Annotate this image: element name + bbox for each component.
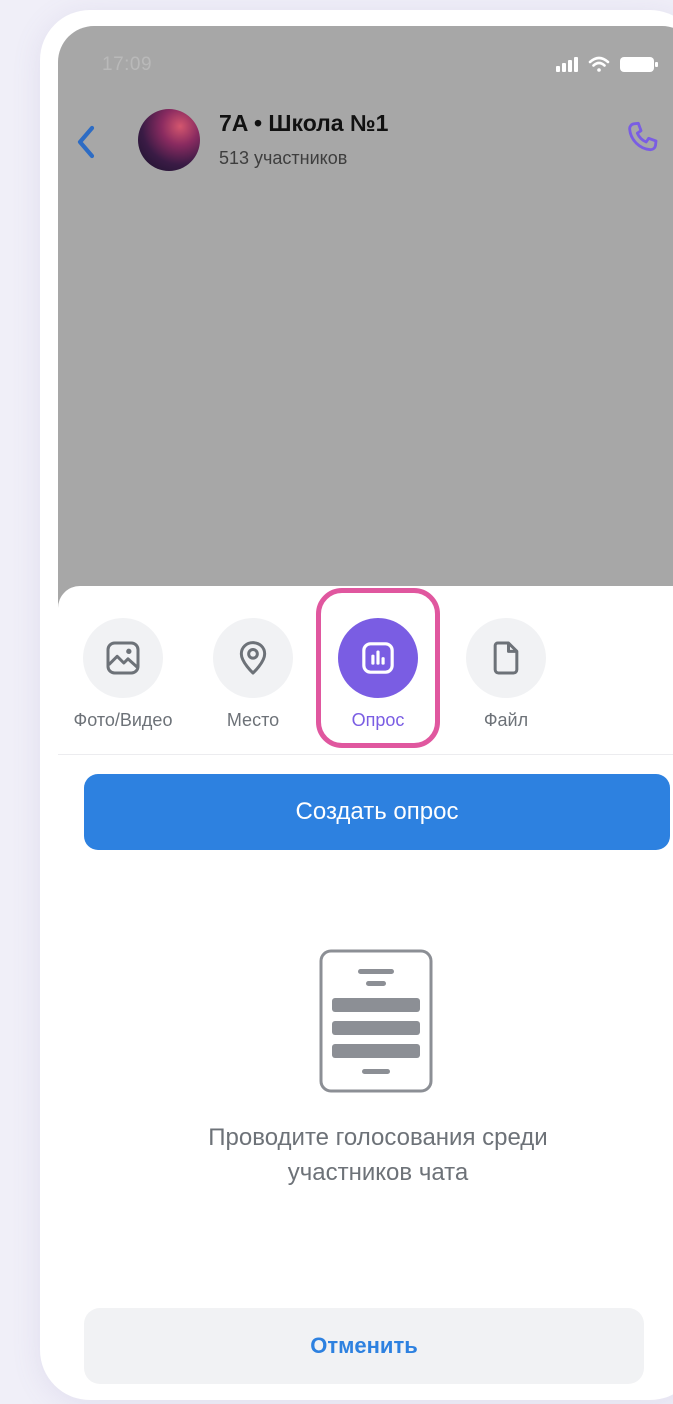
- attach-option-label: Файл: [483, 710, 529, 730]
- status-icons: [554, 52, 673, 81]
- attach-sheet: Фото/Видео Место Опрос Файл Создать опро…: [58, 586, 673, 1388]
- battery-icon: [620, 57, 658, 72]
- create-poll-button[interactable]: Создать опрос: [84, 774, 670, 850]
- call-button[interactable]: [623, 118, 663, 158]
- status-time: 17:09: [102, 54, 153, 75]
- attach-options-row: Фото/Видео Место Опрос Файл: [58, 586, 673, 755]
- poll-document-icon: [319, 949, 433, 1093]
- image-icon: [106, 641, 140, 675]
- empty-state-line-1: Проводите голосования среди: [208, 1124, 548, 1151]
- attach-option-circle: [466, 618, 546, 698]
- poll-highlight-frame: [316, 588, 440, 748]
- status-bar: 17:09: [58, 26, 673, 96]
- attach-option-circle: [213, 618, 293, 698]
- attach-option-photo-video[interactable]: Фото/Видео: [58, 586, 188, 754]
- empty-state-illustration: [318, 948, 434, 1099]
- cancel-button[interactable]: Отменить: [84, 1308, 644, 1384]
- location-pin-icon: [239, 641, 267, 675]
- empty-state-text: Проводите голосования среди участников ч…: [128, 1121, 628, 1191]
- wifi-icon: [588, 56, 610, 72]
- chat-header: 7A • Школа №1 513 участников: [58, 106, 673, 181]
- attach-option-location[interactable]: Место: [188, 586, 318, 754]
- status-icons-svg: [556, 56, 658, 72]
- attach-option-file[interactable]: Файл: [441, 586, 571, 754]
- app-screen: 17:09 7A • Школа №1 513 участников Фото/…: [58, 26, 673, 1388]
- chat-title[interactable]: 7A • Школа №1: [219, 110, 388, 137]
- file-icon: [493, 641, 519, 675]
- chat-member-count: 513 участников: [219, 148, 348, 168]
- signal-icon: [556, 57, 578, 72]
- attach-option-label: Фото/Видео: [73, 710, 173, 730]
- phone-icon: [628, 121, 658, 152]
- attach-option-circle: [83, 618, 163, 698]
- back-chevron-icon: [77, 125, 95, 159]
- back-button[interactable]: [70, 122, 104, 162]
- empty-state-line-2: участников чата: [287, 1158, 469, 1186]
- chat-avatar[interactable]: [138, 109, 200, 171]
- attach-option-label: Место: [226, 710, 280, 730]
